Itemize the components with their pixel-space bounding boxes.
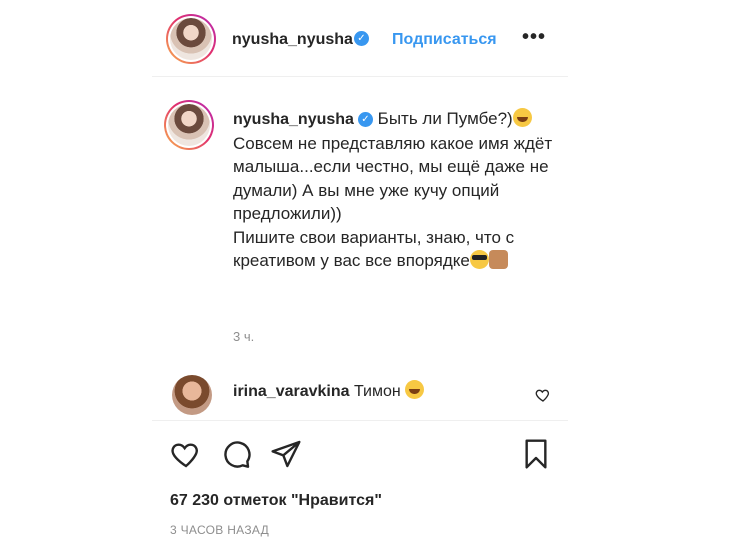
verified-badge-icon: ✓	[354, 31, 369, 46]
share-icon[interactable]	[270, 438, 302, 470]
comment-like-heart-icon[interactable]	[535, 387, 551, 403]
comment-row: irina_varavkina Тимон	[233, 380, 425, 401]
post-header: nyusha_nyusha ✓ Подписаться •••	[152, 0, 568, 77]
caption-line-2: Совсем не представляю какое имя ждёт мал…	[233, 133, 553, 224]
caption-line-1: Быть ли Пумбе?)	[377, 109, 513, 128]
comment-icon[interactable]	[220, 438, 252, 470]
laughing-emoji-icon	[512, 108, 532, 127]
avatar-image	[170, 18, 212, 60]
comment-text: Тимон	[353, 383, 401, 400]
verified-badge-icon: ✓	[357, 112, 373, 128]
header-avatar[interactable]	[166, 14, 216, 64]
avatar-inner	[166, 102, 212, 148]
likes-count[interactable]: 67 230 отметок "Нравится"	[170, 492, 382, 510]
bookmark-icon[interactable]	[520, 438, 552, 470]
post-timestamp[interactable]: 3 ЧАСОВ НАЗАД	[170, 523, 269, 537]
comment-avatar[interactable]	[172, 375, 212, 415]
more-icon[interactable]: •••	[522, 26, 546, 49]
raised-hands-emoji-icon	[488, 250, 508, 269]
header-username[interactable]: nyusha_nyusha	[232, 31, 353, 49]
caption-username[interactable]: nyusha_nyusha	[233, 111, 354, 128]
actions-divider	[152, 420, 568, 422]
comment-username[interactable]: irina_varavkina	[233, 383, 350, 400]
post-caption: nyusha_nyusha ✓ Быть ли Пумбе?) Совсем не…	[233, 107, 553, 273]
avatar-image	[168, 104, 210, 146]
heart-icon[interactable]	[170, 438, 202, 470]
follow-button[interactable]: Подписаться	[392, 31, 497, 49]
sunglasses-emoji-icon	[469, 250, 489, 269]
laughing-emoji-icon	[405, 380, 425, 399]
avatar-inner	[168, 16, 214, 62]
caption-timestamp[interactable]: 3 ч.	[233, 329, 254, 344]
caption-avatar[interactable]	[164, 100, 214, 150]
